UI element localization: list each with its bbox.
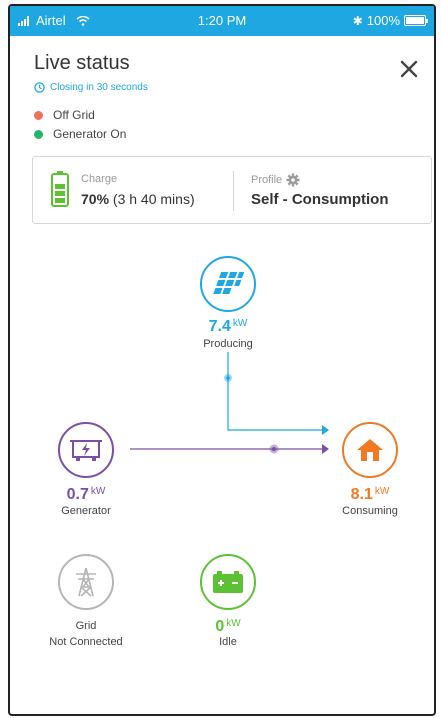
generator-flow-dot-core — [272, 447, 276, 451]
solar-label: Producing — [203, 338, 253, 350]
home-label: Consuming — [342, 505, 398, 517]
battery-value-unit: kW — [226, 618, 241, 629]
home-icon — [357, 439, 383, 461]
solar-flow-arrow — [322, 425, 329, 435]
generator-node[interactable] — [58, 422, 114, 478]
solar-flow-line — [227, 352, 328, 431]
battery-node[interactable] — [200, 554, 256, 610]
grid-node[interactable] — [58, 554, 114, 610]
battery-icon — [213, 571, 243, 593]
home-value-unit: kW — [374, 486, 390, 497]
solar-value: 7.4 kW — [178, 318, 278, 336]
generator-label: Generator — [61, 505, 111, 517]
generator-value-number: 0.7 — [66, 486, 89, 503]
battery-value-number: 0 — [215, 618, 225, 635]
battery-label: Idle — [219, 636, 237, 648]
generator-flow-arrow — [322, 444, 329, 454]
grid-label-line2: Not Connected — [49, 636, 123, 648]
solar-panel-icon — [213, 272, 244, 294]
home-value-number: 8.1 — [350, 486, 373, 503]
home-value: 8.1 kW — [320, 486, 420, 504]
solar-node[interactable] — [200, 256, 256, 312]
grid-label-line1: Grid — [75, 620, 97, 632]
generator-value-unit: kW — [90, 486, 106, 497]
generator-icon — [70, 440, 102, 461]
solar-value-unit: kW — [232, 318, 248, 329]
generator-value: 0.7 kW — [36, 486, 136, 504]
solar-flow-dot-core — [226, 376, 230, 380]
phone-screen: Airtel 1:20 PM ✱ 100% Live status Closin… — [8, 4, 436, 716]
power-tower-icon — [76, 567, 96, 597]
solar-value-number: 7.4 — [208, 318, 231, 335]
home-node[interactable] — [342, 422, 398, 478]
